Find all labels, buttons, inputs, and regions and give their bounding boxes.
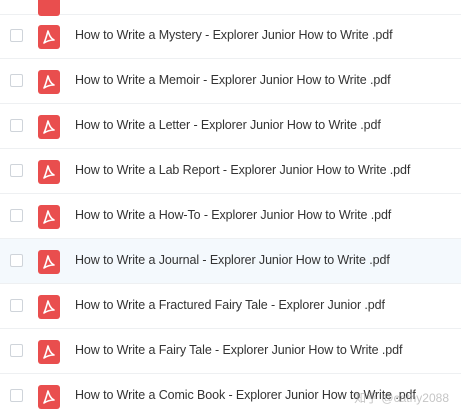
row-checkbox[interactable] — [10, 164, 23, 177]
file-row[interactable]: How to Write a Lab Report - Explorer Jun… — [0, 149, 461, 194]
file-row[interactable]: How to Write a Fractured Fairy Tale - Ex… — [0, 284, 461, 329]
file-name[interactable]: How to Write a Mystery - Explorer Junior… — [75, 28, 393, 42]
row-checkbox[interactable] — [10, 29, 23, 42]
row-checkbox[interactable] — [10, 74, 23, 87]
file-row-hovered[interactable]: How to Write a Journal - Explorer Junior… — [0, 239, 461, 284]
file-name[interactable]: How to Write a Fractured Fairy Tale - Ex… — [75, 298, 385, 312]
row-checkbox[interactable] — [10, 344, 23, 357]
row-checkbox[interactable] — [10, 254, 23, 267]
row-checkbox[interactable] — [10, 389, 23, 402]
file-row[interactable]: How to Write a Memoir - Explorer Junior … — [0, 59, 461, 104]
partial-file-row — [0, 0, 461, 16]
pdf-icon — [38, 25, 60, 49]
pdf-icon — [38, 340, 60, 364]
pdf-icon — [38, 385, 60, 409]
pdf-icon — [38, 70, 60, 94]
file-list: How to Write a Mystery - Explorer Junior… — [0, 0, 461, 414]
watermark: 知乎 @cathy2088 — [354, 391, 449, 405]
file-name[interactable]: How to Write a Lab Report - Explorer Jun… — [75, 163, 410, 177]
file-name[interactable]: How to Write a Letter - Explorer Junior … — [75, 118, 381, 132]
row-checkbox[interactable] — [10, 209, 23, 222]
pdf-icon — [38, 205, 60, 229]
pdf-icon — [38, 295, 60, 319]
file-row[interactable]: How to Write a Letter - Explorer Junior … — [0, 104, 461, 149]
file-name[interactable]: How to Write a Fairy Tale - Explorer Jun… — [75, 343, 402, 357]
file-row[interactable]: How to Write a Mystery - Explorer Junior… — [0, 14, 461, 59]
file-row[interactable]: How to Write a How-To - Explorer Junior … — [0, 194, 461, 239]
file-name[interactable]: How to Write a How-To - Explorer Junior … — [75, 208, 391, 222]
file-row[interactable]: How to Write a Fairy Tale - Explorer Jun… — [0, 329, 461, 374]
pdf-icon — [38, 250, 60, 274]
row-checkbox[interactable] — [10, 119, 23, 132]
pdf-icon — [38, 160, 60, 184]
file-name[interactable]: How to Write a Journal - Explorer Junior… — [75, 253, 390, 267]
pdf-icon — [38, 115, 60, 139]
file-name[interactable]: How to Write a Memoir - Explorer Junior … — [75, 73, 391, 87]
row-checkbox[interactable] — [10, 299, 23, 312]
